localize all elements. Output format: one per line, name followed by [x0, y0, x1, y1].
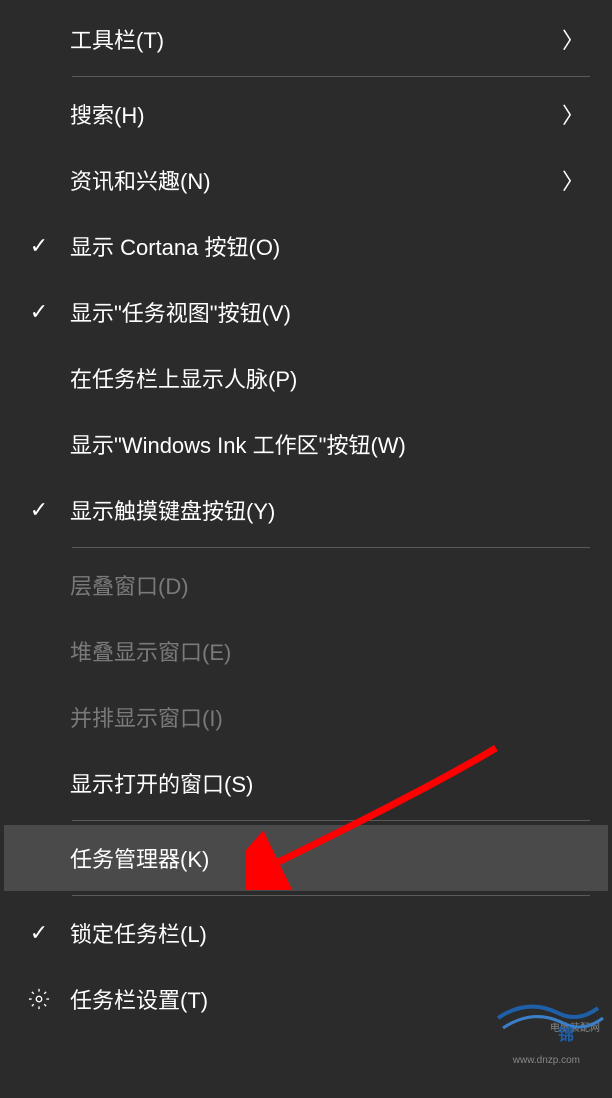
menu-item-task-view-button[interactable]: ✓ 显示"任务视图"按钮(V) — [4, 279, 608, 345]
menu-item-label: 层叠窗口(D) — [70, 569, 584, 601]
menu-item-label: 显示触摸键盘按钮(Y) — [70, 494, 584, 526]
menu-item-cascade-windows: 层叠窗口(D) — [4, 552, 608, 618]
menu-item-search[interactable]: 搜索(H) 〉 — [4, 81, 608, 147]
watermark-text-top: 电脑装配网 — [550, 1019, 600, 1034]
separator — [72, 76, 590, 77]
menu-item-windows-ink[interactable]: 显示"Windows Ink 工作区"按钮(W) — [4, 411, 608, 477]
menu-item-label: 资讯和兴趣(N) — [70, 164, 562, 196]
menu-item-lock-taskbar[interactable]: ✓ 锁定任务栏(L) — [4, 900, 608, 966]
separator — [72, 820, 590, 821]
menu-item-show-people[interactable]: 在任务栏上显示人脉(P) — [4, 345, 608, 411]
menu-item-label: 搜索(H) — [70, 98, 562, 130]
menu-item-label: 任务栏设置(T) — [70, 983, 584, 1015]
menu-item-cortana-button[interactable]: ✓ 显示 Cortana 按钮(O) — [4, 213, 608, 279]
menu-item-label: 显示"Windows Ink 工作区"按钮(W) — [70, 428, 584, 460]
icon-slot: ✓ — [8, 497, 70, 523]
menu-item-toolbar[interactable]: 工具栏(T) 〉 — [4, 6, 608, 72]
icon-slot — [8, 988, 70, 1010]
menu-item-label: 工具栏(T) — [70, 23, 562, 55]
checkmark-icon: ✓ — [30, 299, 48, 325]
gear-icon — [28, 988, 50, 1010]
menu-item-touch-keyboard[interactable]: ✓ 显示触摸键盘按钮(Y) — [4, 477, 608, 543]
chevron-right-icon: 〉 — [562, 164, 584, 196]
watermark-text-bottom: www.dnzp.com — [513, 1055, 580, 1066]
menu-item-label: 并排显示窗口(I) — [70, 701, 584, 733]
chevron-right-icon: 〉 — [562, 23, 584, 55]
icon-slot: ✓ — [8, 920, 70, 946]
menu-item-taskbar-settings[interactable]: 任务栏设置(T) — [4, 966, 608, 1032]
menu-item-label: 在任务栏上显示人脉(P) — [70, 362, 584, 394]
menu-item-task-manager[interactable]: 任务管理器(K) — [4, 825, 608, 891]
taskbar-context-menu: 工具栏(T) 〉 搜索(H) 〉 资讯和兴趣(N) 〉 ✓ 显示 Cortana… — [0, 0, 612, 1098]
menu-item-news-interests[interactable]: 资讯和兴趣(N) 〉 — [4, 147, 608, 213]
checkmark-icon: ✓ — [30, 233, 48, 259]
menu-item-label: 堆叠显示窗口(E) — [70, 635, 584, 667]
checkmark-icon: ✓ — [30, 497, 48, 523]
menu-item-label: 锁定任务栏(L) — [70, 917, 584, 949]
chevron-right-icon: 〉 — [562, 98, 584, 130]
menu-item-label: 任务管理器(K) — [70, 842, 584, 874]
menu-item-label: 显示 Cortana 按钮(O) — [70, 230, 584, 262]
menu-item-show-open-windows[interactable]: 显示打开的窗口(S) — [4, 750, 608, 816]
separator — [72, 547, 590, 548]
menu-item-side-by-side-windows: 并排显示窗口(I) — [4, 684, 608, 750]
menu-item-stacked-windows: 堆叠显示窗口(E) — [4, 618, 608, 684]
menu-item-label: 显示打开的窗口(S) — [70, 767, 584, 799]
separator — [72, 895, 590, 896]
icon-slot: ✓ — [8, 299, 70, 325]
icon-slot: ✓ — [8, 233, 70, 259]
menu-item-label: 显示"任务视图"按钮(V) — [70, 296, 584, 328]
checkmark-icon: ✓ — [30, 920, 48, 946]
